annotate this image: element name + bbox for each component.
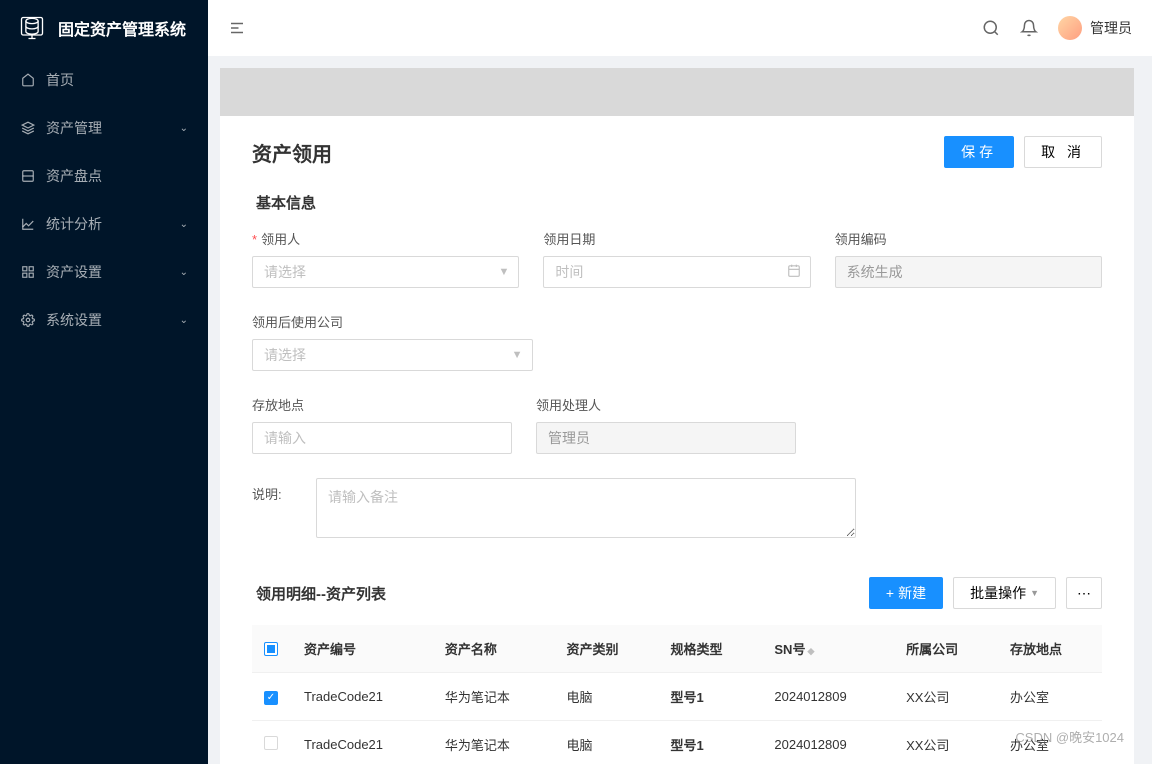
menu-home[interactable]: 首页	[0, 56, 208, 104]
save-button[interactable]: 保存	[944, 136, 1014, 168]
col-code[interactable]: 资产编号	[292, 625, 433, 673]
gear-icon	[20, 312, 36, 328]
col-spec[interactable]: 规格类型	[658, 625, 762, 673]
col-location[interactable]: 存放地点	[998, 625, 1102, 673]
detail-title: 领用明细--资产列表	[252, 583, 386, 604]
cell-location: 办公室	[998, 721, 1102, 764]
header-band	[220, 68, 1134, 116]
logo-icon	[16, 12, 48, 44]
location-label: 存放地点	[252, 395, 512, 414]
code-label: 领用编码	[835, 229, 1102, 248]
date-input[interactable]	[543, 256, 810, 288]
cell-category: 电脑	[555, 721, 659, 764]
topbar: 管理员	[208, 0, 1152, 56]
avatar	[1058, 16, 1082, 40]
col-name[interactable]: 资产名称	[433, 625, 555, 673]
search-icon[interactable]	[982, 19, 1000, 37]
recipient-select[interactable]	[252, 256, 519, 288]
cell-location: 办公室	[998, 673, 1102, 721]
scan-icon	[20, 168, 36, 184]
content-scroll[interactable]: 资产领用 保存 取 消 基本信息 *领用人 ▼	[208, 56, 1152, 764]
more-button[interactable]: ⋯	[1066, 577, 1102, 609]
cancel-button[interactable]: 取 消	[1024, 136, 1102, 168]
main-area: 管理员 资产领用 保存 取 消 基本信息 *领用人	[208, 0, 1152, 764]
bell-icon[interactable]	[1020, 19, 1038, 37]
handler-label: 领用处理人	[536, 395, 796, 414]
layers-icon	[20, 120, 36, 136]
row-checkbox[interactable]	[264, 736, 278, 750]
cell-company: XX公司	[894, 721, 998, 764]
cell-sn: 2024012809	[762, 673, 894, 721]
username: 管理员	[1090, 18, 1132, 38]
cell-name: 华为笔记本	[433, 673, 555, 721]
asset-table: 资产编号 资产名称 资产类别 规格类型 SN号◆ 所属公司 存放地点 Trade…	[252, 625, 1102, 764]
chevron-down-icon: ⌄	[180, 219, 188, 230]
section-basic-title: 基本信息	[252, 192, 1102, 213]
user-menu[interactable]: 管理员	[1058, 16, 1132, 40]
new-button[interactable]: + 新建	[869, 577, 943, 609]
grid-icon	[20, 264, 36, 280]
page-title: 资产领用	[252, 138, 332, 167]
chevron-down-icon: ⌄	[180, 315, 188, 326]
menu-asset-mgmt[interactable]: 资产管理 ⌄	[0, 104, 208, 152]
select-all-checkbox[interactable]	[264, 642, 278, 656]
code-input	[835, 256, 1102, 288]
cell-category: 电脑	[555, 673, 659, 721]
remark-textarea[interactable]	[316, 478, 856, 538]
cell-sn: 2024012809	[762, 721, 894, 764]
cell-spec: 型号1	[658, 721, 762, 764]
date-label: 领用日期	[543, 229, 810, 248]
chevron-down-icon: ⌄	[180, 267, 188, 278]
cell-company: XX公司	[894, 673, 998, 721]
table-row[interactable]: TradeCode21 华为笔记本 电脑 型号1 2024012809 XX公司…	[252, 673, 1102, 721]
col-category[interactable]: 资产类别	[555, 625, 659, 673]
home-icon	[20, 72, 36, 88]
remark-label: 说明:	[252, 478, 292, 503]
sidebar: 固定资产管理系统 首页 资产管理 ⌄ 资产盘点	[0, 0, 208, 764]
location-input[interactable]	[252, 422, 512, 454]
menu-toggle-icon[interactable]	[228, 19, 246, 37]
company-label: 领用后使用公司	[252, 312, 533, 331]
company-select[interactable]	[252, 339, 533, 371]
menu-analytics[interactable]: 统计分析 ⌄	[0, 200, 208, 248]
col-company[interactable]: 所属公司	[894, 625, 998, 673]
main-menu: 首页 资产管理 ⌄ 资产盘点 统计分析 ⌄	[0, 56, 208, 344]
row-checkbox[interactable]	[264, 691, 278, 705]
cell-spec: 型号1	[658, 673, 762, 721]
col-sn[interactable]: SN号◆	[762, 625, 894, 673]
chevron-down-icon: ⌄	[180, 123, 188, 134]
cell-name: 华为笔记本	[433, 721, 555, 764]
menu-system-settings[interactable]: 系统设置 ⌄	[0, 296, 208, 344]
cell-code: TradeCode21	[292, 721, 433, 764]
app-logo: 固定资产管理系统	[0, 0, 208, 56]
cell-code: TradeCode21	[292, 673, 433, 721]
menu-inventory[interactable]: 资产盘点	[0, 152, 208, 200]
menu-asset-settings[interactable]: 资产设置 ⌄	[0, 248, 208, 296]
page-card: 资产领用 保存 取 消 基本信息 *领用人 ▼	[220, 116, 1134, 764]
recipient-label: *领用人	[252, 229, 519, 248]
batch-button[interactable]: 批量操作 ▼	[953, 577, 1056, 609]
chart-icon	[20, 216, 36, 232]
sort-icon: ◆	[807, 646, 814, 656]
app-title: 固定资产管理系统	[58, 16, 186, 40]
handler-input	[536, 422, 796, 454]
table-row[interactable]: TradeCode21 华为笔记本 电脑 型号1 2024012809 XX公司…	[252, 721, 1102, 764]
